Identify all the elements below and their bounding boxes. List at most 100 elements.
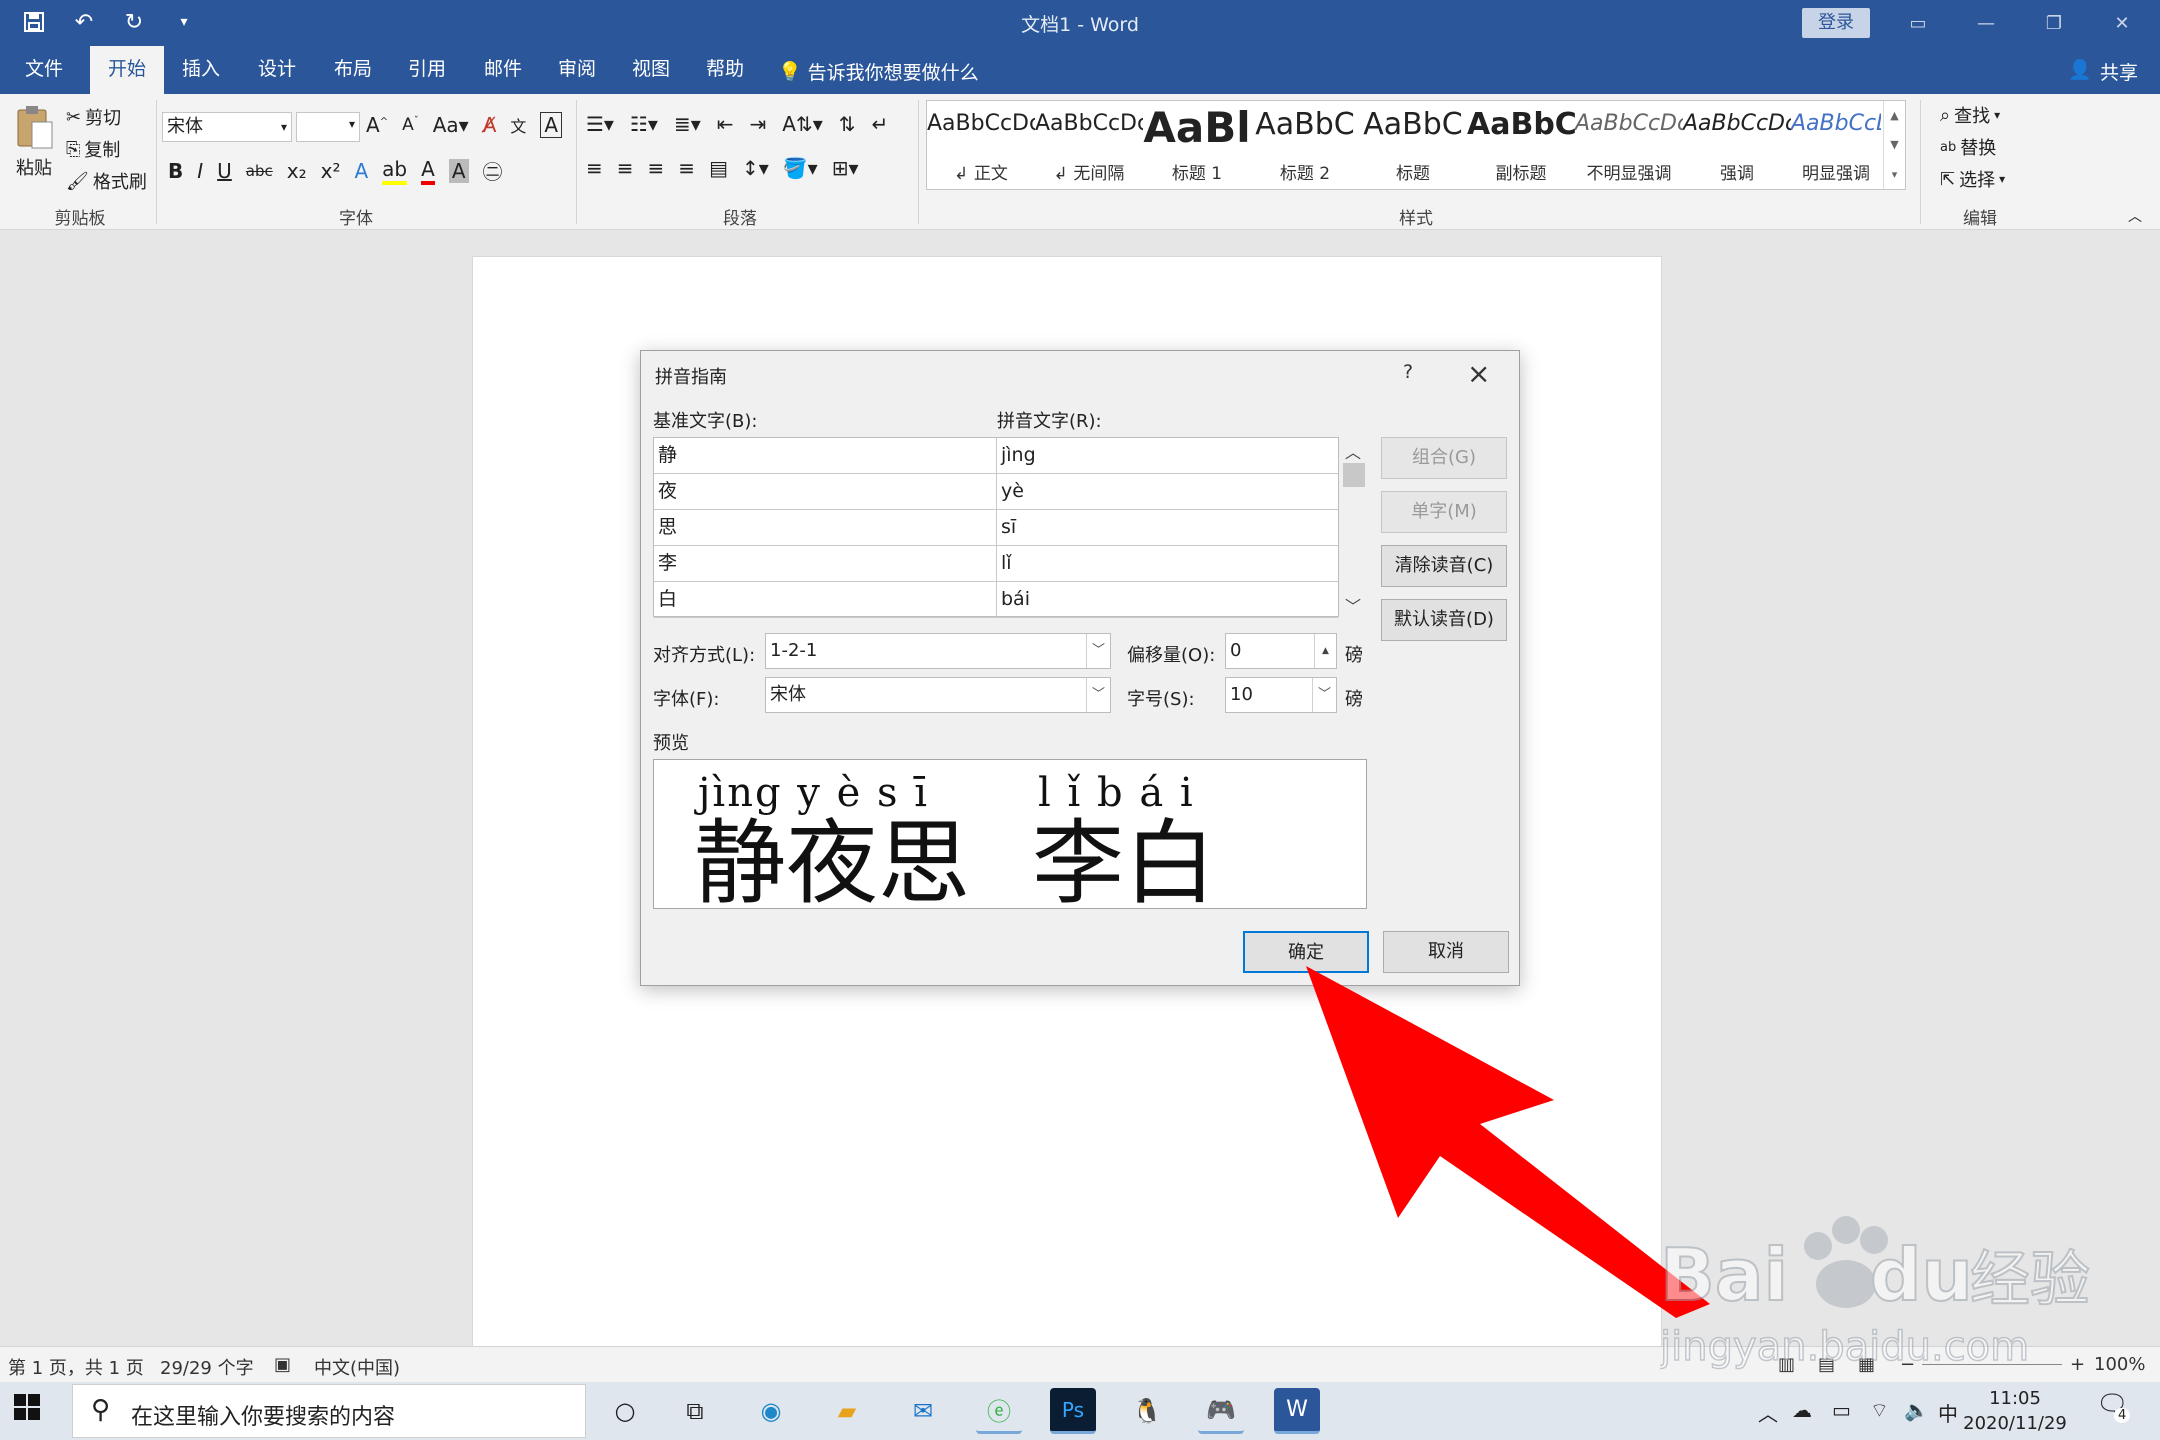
share-button[interactable]: 👤 共享: [2068, 58, 2138, 85]
offset-stepper[interactable]: 0 ▲▼: [1225, 633, 1337, 690]
base-text-cell[interactable]: 思: [654, 510, 997, 546]
battery-icon[interactable]: ▭: [1832, 1398, 1851, 1422]
size-select[interactable]: 10 ﹀: [1225, 677, 1337, 713]
ime-indicator[interactable]: 中: [1938, 1398, 1958, 1427]
shading-icon[interactable]: 🪣▾: [783, 156, 818, 180]
tell-me-box[interactable]: 💡 告诉我你想要做什么: [778, 58, 979, 85]
decrease-indent-icon[interactable]: ⇤: [717, 112, 734, 136]
highlight-icon[interactable]: ab: [382, 157, 408, 185]
style-subtle-emphasis[interactable]: AaBbCcDc 不明显强调: [1575, 101, 1683, 189]
language[interactable]: 中文(中国): [314, 1354, 400, 1380]
edge-icon[interactable]: ◉: [748, 1388, 794, 1434]
subscript-icon[interactable]: x₂: [287, 159, 307, 183]
close-window-icon[interactable]: ✕: [2088, 6, 2156, 40]
chevron-up-icon[interactable]: ▲: [1890, 109, 1898, 122]
game-app-icon[interactable]: 🎮: [1198, 1388, 1244, 1434]
find-button[interactable]: ⌕ 查找 ▾: [1940, 102, 2000, 128]
phonetic-guide-icon[interactable]: 文: [510, 113, 526, 137]
paste-button[interactable]: 粘贴: [14, 104, 54, 180]
qq-icon[interactable]: 🐧: [1124, 1388, 1170, 1434]
format-painter-button[interactable]: 🖌 格式刷: [66, 168, 147, 194]
tab-review[interactable]: 审阅: [540, 46, 614, 94]
tab-file[interactable]: 文件: [6, 46, 82, 94]
pinyin-text-cell[interactable]: lǐ: [997, 546, 1338, 582]
task-view-icon[interactable]: ⧉: [672, 1388, 718, 1434]
file-explorer-icon[interactable]: ▰: [824, 1388, 870, 1434]
style-heading-2[interactable]: AaBbC 标题 2: [1251, 101, 1359, 189]
volume-icon[interactable]: 🔈: [1904, 1398, 1929, 1422]
word-app-icon[interactable]: W: [1274, 1388, 1320, 1434]
style-no-spacing[interactable]: AaBbCcDc ↲ 无间隔: [1035, 101, 1143, 189]
font-color-icon[interactable]: A: [421, 157, 435, 185]
align-left-icon[interactable]: ≡: [586, 156, 603, 180]
chevron-down-icon[interactable]: ﹀: [1345, 593, 1361, 617]
base-text-cell[interactable]: 静: [654, 438, 997, 474]
char-border-icon[interactable]: A: [540, 112, 563, 138]
justify-icon[interactable]: ≡: [678, 156, 695, 180]
superscript-icon[interactable]: x²: [321, 159, 341, 183]
char-shading-icon[interactable]: A: [448, 158, 469, 183]
enclose-char-icon[interactable]: ㊁: [483, 156, 503, 185]
more-styles-icon[interactable]: ▾: [1892, 168, 1898, 181]
numbering-icon[interactable]: ☷▾: [630, 112, 658, 136]
pinyin-text-cell[interactable]: yè: [997, 474, 1338, 510]
tab-help[interactable]: 帮助: [688, 46, 762, 94]
ribbon-display-options-icon[interactable]: ▭: [1884, 6, 1952, 40]
single-char-button[interactable]: 单字(M): [1381, 491, 1507, 533]
chevron-down-icon[interactable]: ▼: [1890, 138, 1898, 151]
cut-button[interactable]: ✂ 剪切: [66, 104, 121, 130]
clear-format-icon[interactable]: A̸: [483, 113, 497, 137]
base-text-cell[interactable]: 李: [654, 546, 997, 582]
scroll-thumb[interactable]: [1343, 463, 1365, 487]
tab-home[interactable]: 开始: [90, 46, 164, 94]
strikethrough-icon[interactable]: abc: [246, 162, 273, 180]
pinyin-text-cell[interactable]: jìng: [997, 438, 1338, 474]
styles-scroll[interactable]: ▲ ▼ ▾: [1883, 101, 1905, 189]
style-heading-1[interactable]: AaBl 标题 1: [1143, 101, 1251, 189]
taskbar-search[interactable]: ⚲ 在这里输入你要搜索的内容: [72, 1384, 586, 1438]
browser-icon[interactable]: ⓔ: [976, 1388, 1022, 1434]
tab-insert[interactable]: 插入: [164, 46, 238, 94]
alignment-select[interactable]: 1-2-1 ﹀: [765, 633, 1111, 669]
shrink-font-icon[interactable]: Aˇ: [402, 115, 419, 135]
select-button[interactable]: ⇱ 选择 ▾: [1940, 166, 2005, 192]
multilevel-list-icon[interactable]: ≣▾: [674, 112, 701, 136]
group-button[interactable]: 组合(G): [1381, 437, 1507, 479]
chevron-up-icon[interactable]: ︿: [1345, 439, 1361, 463]
tab-references[interactable]: 引用: [390, 46, 464, 94]
pinyin-text-cell[interactable]: sī: [997, 510, 1338, 546]
grow-font-icon[interactable]: A^: [366, 113, 388, 137]
style-normal[interactable]: AaBbCcDc ↲ 正文: [927, 101, 1035, 189]
base-text-cell[interactable]: 白: [654, 582, 997, 618]
replace-button[interactable]: ab 替换: [1940, 134, 1996, 160]
taskbar-clock[interactable]: 11:05 2020/11/29: [1960, 1386, 2070, 1436]
pinyin-text-cell[interactable]: bái: [997, 582, 1338, 618]
tab-design[interactable]: 设计: [240, 46, 314, 94]
page-count[interactable]: 第 1 页，共 1 页: [8, 1354, 144, 1380]
italic-icon[interactable]: I: [197, 159, 203, 183]
increase-indent-icon[interactable]: ⇥: [750, 112, 767, 136]
align-right-icon[interactable]: ≡: [648, 156, 665, 180]
mail-icon[interactable]: ✉: [900, 1388, 946, 1434]
default-reading-button[interactable]: 默认读音(D): [1381, 599, 1507, 641]
text-effects-icon[interactable]: A: [354, 159, 368, 183]
copy-button[interactable]: ⎘ 复制: [66, 136, 120, 162]
word-count[interactable]: 29/29 个字: [160, 1354, 254, 1380]
minimize-icon[interactable]: —: [1952, 6, 2020, 40]
notification-center[interactable]: 🗨 4: [2096, 1390, 2131, 1423]
network-icon[interactable]: ⌔: [1870, 1398, 1889, 1423]
spin-arrows-icon[interactable]: ▲▼: [1314, 634, 1336, 690]
style-subtitle[interactable]: AaBbC 副标题: [1467, 101, 1575, 189]
restore-icon[interactable]: ❐: [2020, 6, 2088, 40]
base-text-cell[interactable]: 夜: [654, 474, 997, 510]
font-size-select[interactable]: ▾: [296, 112, 360, 142]
tab-layout[interactable]: 布局: [316, 46, 390, 94]
proofing-icon[interactable]: ▣: [274, 1354, 291, 1375]
asian-layout-icon[interactable]: A⇅▾: [782, 112, 822, 136]
cortana-icon[interactable]: ○: [602, 1388, 648, 1434]
show-marks-icon[interactable]: ↵: [872, 112, 889, 136]
style-title[interactable]: AaBbC 标题: [1359, 101, 1467, 189]
font-name-select[interactable]: 宋体 ▾: [162, 112, 292, 142]
collapse-ribbon-icon[interactable]: ︿: [2128, 206, 2142, 226]
show-hidden-icons[interactable]: ︿: [1758, 1398, 1778, 1427]
